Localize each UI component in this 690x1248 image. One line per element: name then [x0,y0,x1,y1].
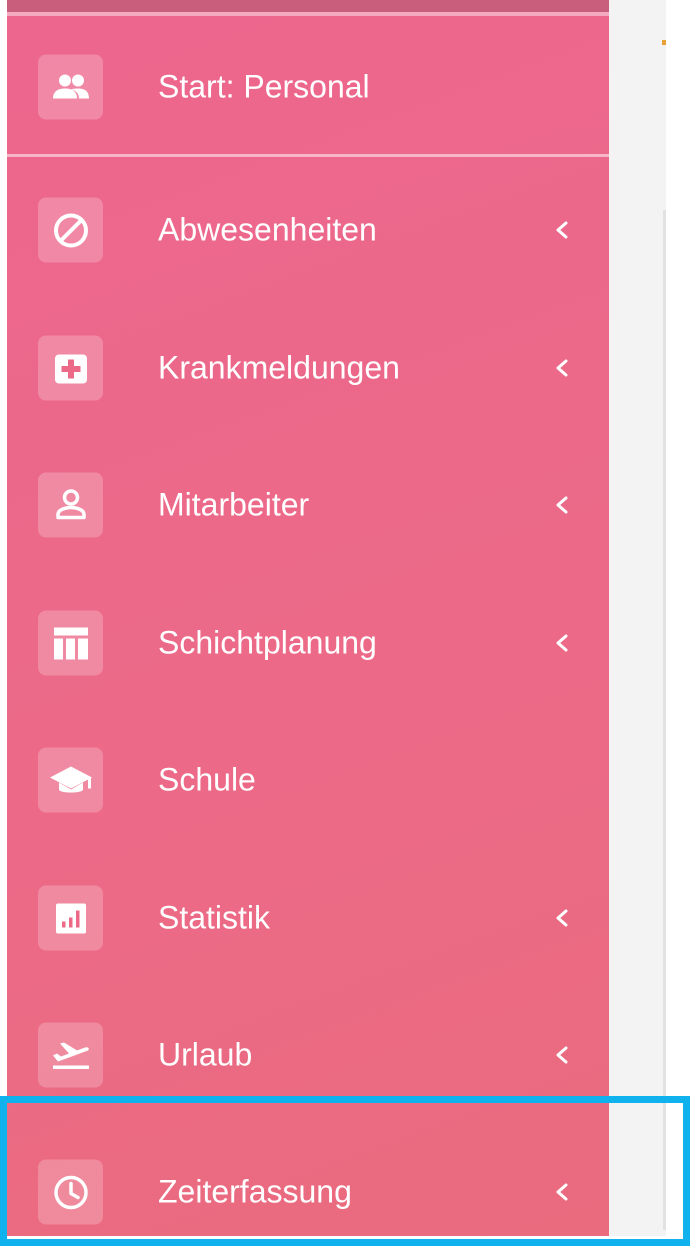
airplane-departure-icon [38,1022,103,1088]
chevron-left-icon[interactable] [552,907,572,929]
table-icon [38,610,103,676]
sidebar-item-krankmeldungen[interactable]: Krankmeldungen [7,303,609,433]
graduation-cap-icon [38,747,103,813]
bar-chart-icon [38,885,103,951]
sidebar-item-label: Schule [158,761,256,798]
sidebar-top-strip [7,0,609,12]
chevron-left-icon[interactable] [552,357,572,379]
chevron-left-icon[interactable] [552,1181,572,1203]
sidebar-item-start-personal[interactable]: Start: Personal [7,22,609,152]
sidebar-top-line [7,12,609,16]
sidebar-item-abwesenheiten[interactable]: Abwesenheiten [7,165,609,295]
sidebar-item-label: Start: Personal [158,68,370,105]
page-bottom-edge [0,1236,690,1248]
sidebar-item-label: Abwesenheiten [158,211,377,248]
sidebar-item-zeiterfassung[interactable]: Zeiterfassung [7,1127,609,1236]
sidebar-item-label: Zeiterfassung [158,1173,352,1210]
sidebar-item-label: Urlaub [158,1036,253,1073]
sidebar-item-schule[interactable]: Schule [7,715,609,845]
person-icon [38,472,103,538]
sidebar-divider [7,154,609,157]
chevron-left-icon[interactable] [552,219,572,241]
sidebar-item-label: Mitarbeiter [158,486,310,523]
chevron-left-icon[interactable] [552,632,572,654]
sidebar-item-urlaub[interactable]: Urlaub [7,990,609,1120]
chevron-left-icon[interactable] [552,494,572,516]
sidebar-item-label: Krankmeldungen [158,349,400,386]
sidebar-item-schichtplanung[interactable]: Schichtplanung [7,578,609,708]
sidebar-item-statistik[interactable]: Statistik [7,853,609,983]
clock-icon [38,1159,103,1225]
page-right-edge [666,0,690,1248]
sidebar-item-label: Schichtplanung [158,624,377,661]
sidebar-item-mitarbeiter[interactable]: Mitarbeiter [7,440,609,570]
page-left-edge [0,0,7,1248]
block-icon [38,197,103,263]
chevron-left-icon[interactable] [552,1044,572,1066]
sidebar: Start: Personal Abwesenheiten Krankmeldu… [7,0,609,1236]
main-content-area [609,0,666,1236]
sidebar-item-label: Statistik [158,899,271,936]
medical-cross-icon [38,335,103,401]
people-icon [38,54,103,120]
